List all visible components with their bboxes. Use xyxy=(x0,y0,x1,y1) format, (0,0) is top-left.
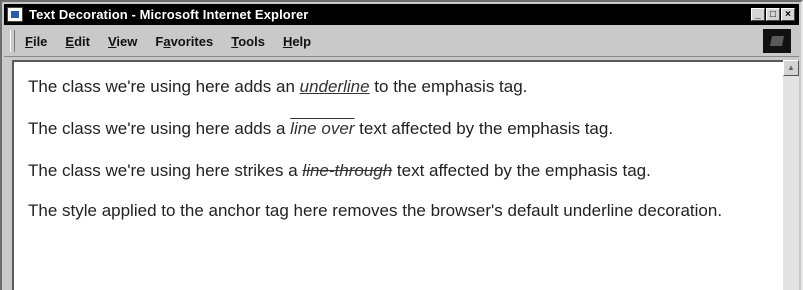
maximize-button[interactable]: □ xyxy=(766,8,780,21)
close-button[interactable]: × xyxy=(781,8,795,21)
emphasis-underline: underline xyxy=(299,77,370,96)
page-content: The class we're using here adds an under… xyxy=(12,60,783,290)
ie-app-icon[interactable] xyxy=(7,7,23,22)
paragraph-line-through: The class we're using here strikes a lin… xyxy=(28,161,651,180)
window-controls: _ □ × xyxy=(751,8,795,21)
vertical-scrollbar[interactable]: ▲ xyxy=(783,60,799,290)
paragraph-underline: The class we're using here adds an under… xyxy=(28,77,528,96)
paragraph-anchor-style: The style applied to the anchor tag here… xyxy=(28,201,723,220)
menu-view[interactable]: View xyxy=(108,34,137,49)
menu-edit[interactable]: Edit xyxy=(65,34,90,49)
menu-favorites[interactable]: Favorites xyxy=(155,34,213,49)
scroll-up-icon[interactable]: ▲ xyxy=(783,60,799,76)
window-title: Text Decoration - Microsoft Internet Exp… xyxy=(29,7,309,22)
paragraph-overline: The class we're using here adds a line o… xyxy=(28,119,614,138)
toolbar-grip[interactable] xyxy=(10,30,15,52)
minimize-button[interactable]: _ xyxy=(751,8,765,21)
emphasis-overline: line over xyxy=(290,119,355,138)
windows-logo-icon xyxy=(763,29,791,53)
menu-help[interactable]: Help xyxy=(283,34,311,49)
browser-window: Text Decoration - Microsoft Internet Exp… xyxy=(0,0,803,290)
throbber-logo-icon xyxy=(769,36,785,46)
menu-bar: File Edit View Favorites Tools Help xyxy=(4,26,799,57)
emphasis-line-through: line-through xyxy=(302,161,393,180)
menu-file[interactable]: File xyxy=(25,34,47,49)
title-bar[interactable]: Text Decoration - Microsoft Internet Exp… xyxy=(4,4,799,25)
menu-tools[interactable]: Tools xyxy=(231,34,265,49)
